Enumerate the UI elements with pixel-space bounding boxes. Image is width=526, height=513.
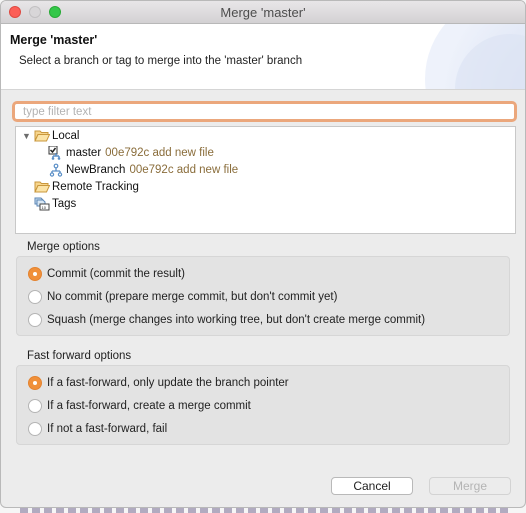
branch-tree[interactable]: ▼ Local master 00e792c add new file NewB… [15,126,516,234]
fast-forward-options-group: If a fast-forward, only update the branc… [16,365,510,445]
branch-commit: 00e792c add new file [129,163,239,176]
tree-item-tags[interactable]: 10 Tags [34,195,76,212]
radio-label: Commit (commit the result) [47,268,186,280]
merge-button[interactable]: Merge [429,477,511,495]
dialog-header: Merge 'master' Select a branch or tag to… [1,24,525,90]
ff-option-create-merge-commit[interactable]: If a fast-forward, create a merge commit [28,399,251,413]
radio-button[interactable] [28,399,42,413]
radio-button-selected[interactable] [28,376,42,390]
tree-item-remote-tracking[interactable]: Remote Tracking [34,178,139,195]
filter-field[interactable] [12,101,517,122]
ff-option-fail[interactable]: If not a fast-forward, fail [28,422,167,436]
radio-button-selected[interactable] [28,267,42,281]
merge-option-no-commit[interactable]: No commit (prepare merge commit, but don… [28,290,337,304]
folder-open-icon [34,129,51,143]
radio-button[interactable] [28,422,42,436]
radio-button[interactable] [28,313,42,327]
branch-icon [48,163,64,177]
radio-label: No commit (prepare merge commit, but don… [47,291,338,303]
expand-triangle-icon[interactable]: ▼ [22,131,32,141]
tree-item-label: Local [52,129,80,142]
radio-label: If a fast-forward, create a merge commit [47,400,251,412]
folder-open-icon [34,180,51,194]
merge-options-group: Commit (commit the result) No commit (pr… [16,256,510,336]
radio-label: Squash (merge changes into working tree,… [47,314,426,326]
title-bar: Merge 'master' [1,1,525,24]
radio-label: If not a fast-forward, fail [47,423,168,435]
tags-icon: 10 [34,197,50,211]
branch-name: NewBranch [66,163,126,176]
tree-item-label: Remote Tracking [52,180,139,193]
tree-item-local[interactable]: ▼ Local [22,127,80,144]
radio-label: If a fast-forward, only update the branc… [47,377,289,389]
window-title: Merge 'master' [220,5,306,20]
fast-forward-options-label: Fast forward options [27,350,132,362]
background-text-bottom [20,508,510,513]
tree-item-newbranch[interactable]: NewBranch 00e792c add new file [48,161,238,178]
dialog-description: Select a branch or tag to merge into the… [19,55,303,67]
tree-item-master[interactable]: master 00e792c add new file [48,144,214,161]
branch-checked-out-icon [48,145,64,160]
tree-item-label: Tags [52,197,77,210]
cancel-button[interactable]: Cancel [331,477,413,495]
dialog-title: Merge 'master' [10,33,98,47]
branch-commit: 00e792c add new file [105,146,214,159]
merge-option-commit[interactable]: Commit (commit the result) [28,267,185,281]
svg-text:10: 10 [42,205,47,210]
ff-option-update-pointer[interactable]: If a fast-forward, only update the branc… [28,376,289,390]
filter-input[interactable] [15,104,514,120]
branch-name: master [66,146,102,159]
merge-option-squash[interactable]: Squash (merge changes into working tree,… [28,313,425,327]
radio-button[interactable] [28,290,42,304]
merge-options-label: Merge options [27,241,100,253]
